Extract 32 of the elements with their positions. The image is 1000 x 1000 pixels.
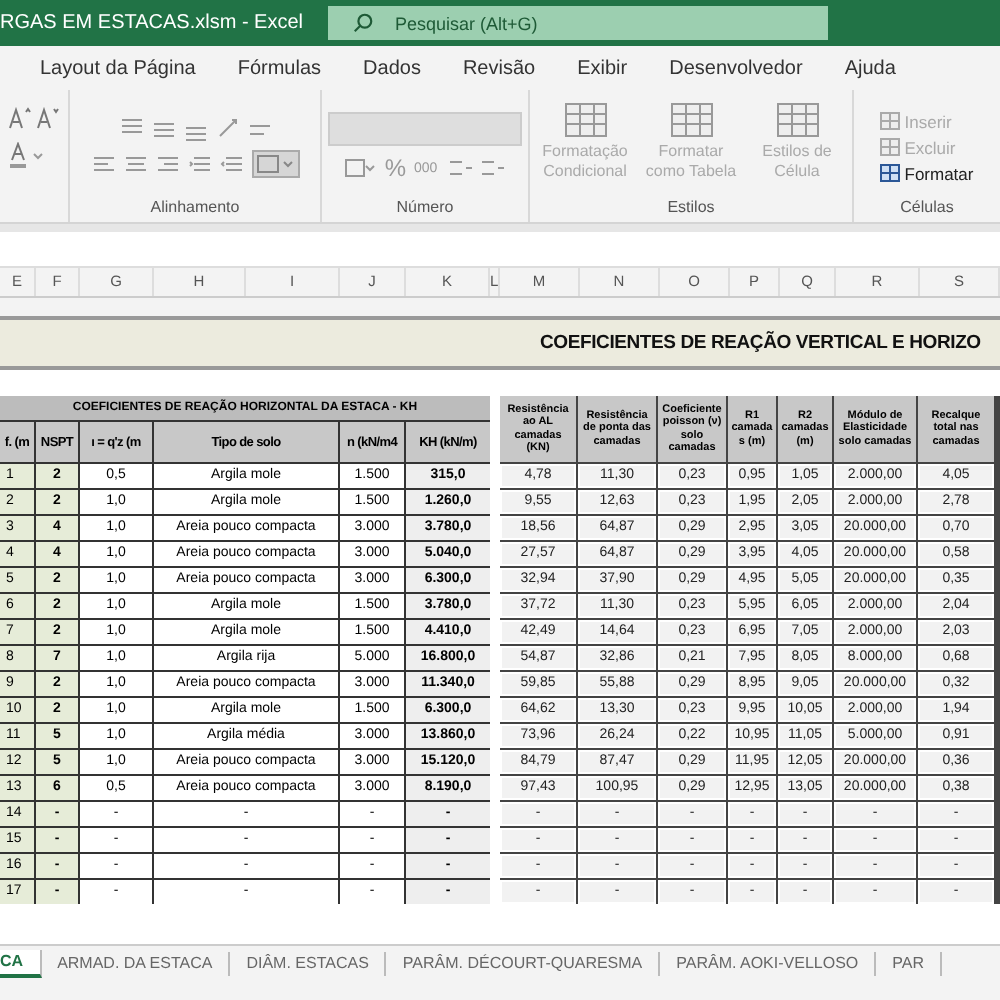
sheet-tab[interactable]: PARÂM. DÉCOURT-QUARESMA xyxy=(386,952,661,976)
menu-tab[interactable]: Revisão xyxy=(462,57,536,79)
table-icon xyxy=(563,102,607,138)
decimal-icon xyxy=(445,158,506,178)
menu-tab[interactable]: Layout da Página xyxy=(40,57,196,79)
grid-icon xyxy=(880,164,901,182)
menu-tab[interactable]: Fórmulas xyxy=(237,57,322,79)
sheet-tab[interactable]: DIÂM. ESTACAS xyxy=(230,952,387,976)
banner-title: COEFICIENTES DE REAÇÃO VERTICAL E HORIZO xyxy=(540,332,981,354)
sheet-tab[interactable]: ARMAD. DA ESTACA xyxy=(41,952,231,976)
cells-button[interactable]: Formatar xyxy=(880,163,974,183)
sheet-tab[interactable]: PAR xyxy=(876,952,942,976)
table-icon xyxy=(775,102,819,138)
table-icon xyxy=(669,102,713,138)
merge-icon[interactable] xyxy=(251,150,299,178)
group-label: Células xyxy=(900,198,954,220)
sheet-tab[interactable]: PARÂM. AOKI-VELLOSO xyxy=(660,952,877,976)
window-title: RGAS EM ESTACAS.xlsm - Excel xyxy=(0,12,304,34)
menu-tab[interactable]: Exibir xyxy=(577,57,628,79)
grid-icon xyxy=(880,112,901,130)
search-icon xyxy=(351,12,374,34)
menu-tab[interactable]: Desenvolvedor xyxy=(669,57,803,79)
search-field[interactable]: Pesquisar (Alt+G) xyxy=(327,6,828,40)
sheet-tab[interactable]: CA xyxy=(0,950,42,978)
menu-tab[interactable]: Dados xyxy=(363,57,421,79)
menu-tab[interactable]: Ajuda xyxy=(844,57,896,79)
group-label: Alinhamento xyxy=(150,198,240,220)
font-size-icon xyxy=(8,106,60,130)
formula-bar[interactable] xyxy=(0,224,1000,268)
grid-icon xyxy=(880,138,901,156)
group-label: Estilos xyxy=(667,198,715,220)
group-label: Número xyxy=(396,198,454,220)
